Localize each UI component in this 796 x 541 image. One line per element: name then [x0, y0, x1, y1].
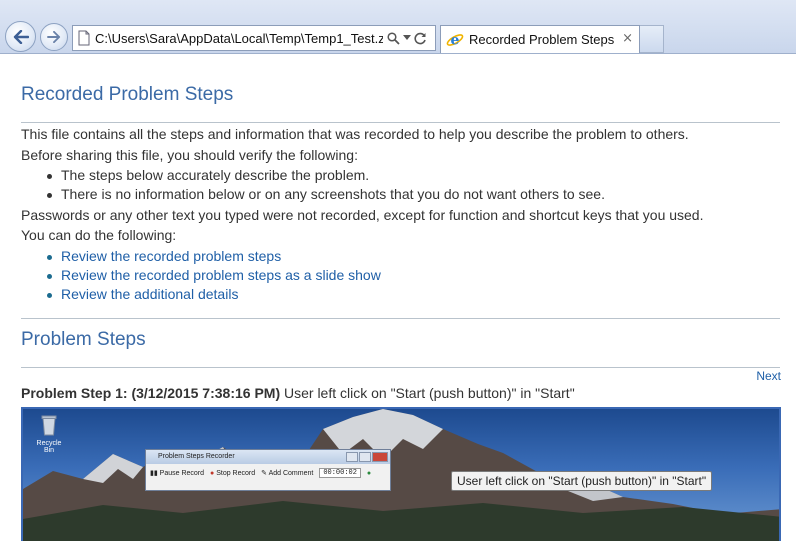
problem-steps-recorder-window[interactable]: Problem Steps Recorder ▮▮ Pause Record ●… — [145, 449, 391, 491]
review-steps-link[interactable]: Review the recorded problem steps — [47, 248, 281, 264]
add-comment-button[interactable]: ✎ Add Comment — [261, 469, 313, 477]
passwords-note: Passwords or any other text you typed we… — [21, 207, 704, 223]
recycle-bin-icon[interactable]: Recycle Bin — [33, 414, 65, 454]
next-link[interactable]: Next — [756, 369, 781, 383]
ie-icon: e — [446, 32, 464, 48]
review-details-link-text[interactable]: Review the additional details — [61, 286, 238, 302]
recording-timer: 00:00:02 — [319, 468, 361, 478]
tab-recorded-problem-steps[interactable]: e Recorded Problem Steps × — [440, 25, 640, 53]
section-title: Problem Steps — [21, 329, 146, 350]
step-1-line: Problem Step 1: (3/12/2015 7:38:16 PM) U… — [21, 385, 575, 401]
close-icon[interactable] — [372, 452, 388, 462]
review-slideshow-link[interactable]: Review the recorded problem steps as a s… — [47, 267, 381, 283]
pause-record-button[interactable]: ▮▮ Pause Record — [150, 469, 204, 477]
actions-heading: You can do the following: — [21, 227, 177, 243]
maximize-icon[interactable] — [359, 452, 371, 462]
search-icon[interactable] — [387, 31, 400, 45]
minimize-icon[interactable] — [346, 452, 358, 462]
review-details-link[interactable]: Review the additional details — [47, 286, 238, 302]
close-tab-icon[interactable]: × — [622, 31, 633, 46]
forward-arrow-icon — [47, 31, 61, 43]
review-slideshow-link-text[interactable]: Review the recorded problem steps as a s… — [61, 267, 381, 283]
step-screenshot[interactable]: Recycle Bin Problem Steps Recorder ▮▮ Pa… — [21, 407, 781, 541]
pause-record-label: Pause Record — [159, 470, 205, 477]
verify-item: The steps below accurately describe the … — [47, 167, 369, 183]
review-steps-link-text[interactable]: Review the recorded problem steps — [61, 248, 281, 264]
back-arrow-icon — [13, 29, 29, 44]
verify-item-text: The steps below accurately describe the … — [61, 167, 370, 183]
trash-icon — [41, 415, 57, 436]
new-tab-button[interactable] — [640, 25, 664, 53]
stop-icon: ● — [210, 469, 215, 477]
browser-toolbar: C:\Users\Sara\AppData\Local\Temp\Temp1_T… — [0, 0, 796, 54]
step-1-description: User left click on "Start (push button)"… — [284, 385, 575, 401]
add-comment-label: Add Comment — [268, 470, 314, 477]
back-button[interactable] — [5, 21, 36, 52]
address-bar[interactable]: C:\Users\Sara\AppData\Local\Temp\Temp1_T… — [72, 25, 436, 51]
window-controls — [346, 452, 388, 462]
page-title: Recorded Problem Steps — [21, 84, 234, 105]
verify-heading: Before sharing this file, you should ver… — [21, 147, 358, 163]
step-tooltip: User left click on "Start (push button)"… — [451, 471, 713, 491]
stop-record-button[interactable]: ● Stop Record — [210, 470, 255, 477]
recorder-toolbar: ▮▮ Pause Record ● Stop Record ✎ Add Comm… — [146, 464, 390, 482]
verify-item: There is no information below or on any … — [47, 186, 605, 202]
document-icon — [78, 30, 90, 46]
dropdown-arrow-icon[interactable] — [403, 35, 411, 41]
recycle-bin-label: Recycle Bin — [36, 440, 62, 454]
address-url[interactable]: C:\Users\Sara\AppData\Local\Temp\Temp1_T… — [95, 31, 383, 46]
help-icon[interactable]: ● — [367, 470, 371, 477]
svg-text:e: e — [451, 32, 460, 48]
verify-item-text: There is no information below or on any … — [61, 186, 605, 202]
tab-title: Recorded Problem Steps — [469, 32, 615, 47]
divider — [21, 367, 780, 368]
intro-text: This file contains all the steps and inf… — [21, 126, 689, 142]
forward-button[interactable] — [40, 23, 68, 51]
stop-record-label: Stop Record — [216, 469, 256, 477]
step-1-header: Problem Step 1: (3/12/2015 7:38:16 PM) — [21, 385, 281, 401]
refresh-icon[interactable] — [414, 32, 427, 45]
divider — [21, 318, 780, 319]
divider — [21, 122, 780, 123]
